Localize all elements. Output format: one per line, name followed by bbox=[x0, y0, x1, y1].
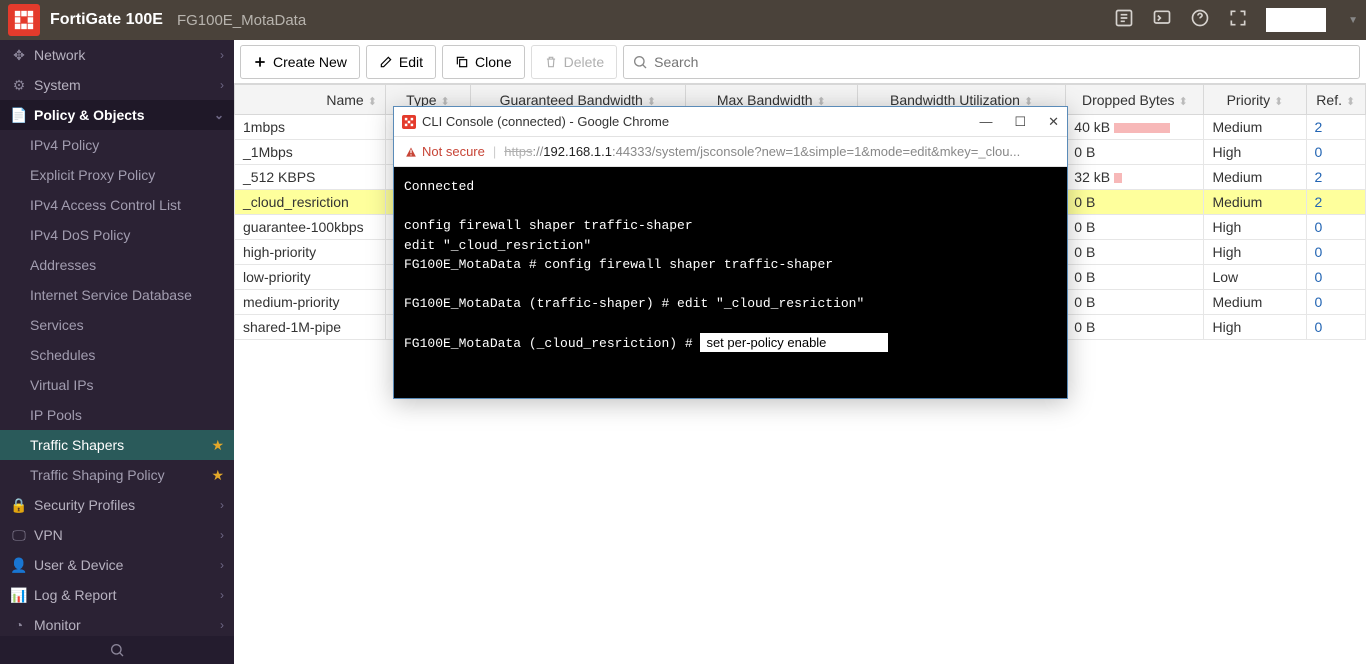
bar-indicator bbox=[1114, 123, 1170, 133]
sidebar-item-ipv4-policy[interactable]: IPv4 Policy bbox=[0, 130, 234, 160]
sidebar-item-addresses[interactable]: Addresses bbox=[0, 250, 234, 280]
sidebar-item-security-profiles[interactable]: 🔒Security Profiles› bbox=[0, 490, 234, 520]
col-priority[interactable]: Priority⬍ bbox=[1204, 85, 1306, 115]
ref-link[interactable]: 0 bbox=[1306, 290, 1365, 315]
sidebar-item-ipv4-access-control-list[interactable]: IPv4 Access Control List bbox=[0, 190, 234, 220]
chevron-icon: › bbox=[220, 78, 224, 92]
device-name: FG100E_MotaData bbox=[177, 12, 306, 29]
star-icon: ★ bbox=[211, 467, 224, 484]
sidebar-search[interactable] bbox=[0, 636, 234, 664]
star-icon: ★ bbox=[211, 437, 224, 454]
sidebar-item-virtual-ips[interactable]: Virtual IPs bbox=[0, 370, 234, 400]
chevron-icon: › bbox=[220, 528, 224, 542]
col-ref-[interactable]: Ref.⬍ bbox=[1306, 85, 1365, 115]
ref-link[interactable]: 0 bbox=[1306, 140, 1365, 165]
sort-icon: ⬍ bbox=[368, 96, 377, 108]
not-secure-warning[interactable]: Not secure bbox=[404, 144, 485, 159]
create-new-button[interactable]: Create New bbox=[240, 45, 360, 79]
sidebar-item-traffic-shapers[interactable]: Traffic Shapers★ bbox=[0, 430, 234, 460]
monitor-icon: 🖵 bbox=[10, 527, 28, 544]
sidebar: ✥Network›⚙System›📄Policy & Objects⌄IPv4 … bbox=[0, 40, 234, 664]
top-bar: FortiGate 100E FG100E_MotaData ▼ bbox=[0, 0, 1366, 40]
lock-icon: 🔒 bbox=[10, 497, 28, 514]
search-field[interactable] bbox=[623, 45, 1360, 79]
move-icon: ✥ bbox=[10, 47, 28, 64]
edit-button[interactable]: Edit bbox=[366, 45, 436, 79]
sidebar-item-schedules[interactable]: Schedules bbox=[0, 340, 234, 370]
chevron-icon: › bbox=[220, 558, 224, 572]
fortinet-icon bbox=[402, 115, 416, 129]
doc-icon: 📄 bbox=[10, 107, 28, 124]
dash-icon: ◔ bbox=[10, 617, 28, 633]
gear-icon: ⚙ bbox=[10, 77, 28, 94]
settings-icon[interactable] bbox=[1114, 8, 1134, 33]
sidebar-item-explicit-proxy-policy[interactable]: Explicit Proxy Policy bbox=[0, 160, 234, 190]
close-icon[interactable]: ✕ bbox=[1048, 114, 1059, 130]
ref-link[interactable]: 0 bbox=[1306, 315, 1365, 340]
cli-window-titlebar[interactable]: CLI Console (connected) - Google Chrome … bbox=[394, 107, 1067, 137]
sidebar-item-vpn[interactable]: 🖵VPN› bbox=[0, 520, 234, 550]
chevron-icon: › bbox=[220, 618, 224, 632]
sidebar-item-ipv4-dos-policy[interactable]: IPv4 DoS Policy bbox=[0, 220, 234, 250]
clone-button[interactable]: Clone bbox=[442, 45, 525, 79]
delete-button[interactable]: Delete bbox=[531, 45, 617, 79]
chevron-down-icon: ▼ bbox=[1348, 15, 1358, 26]
chevron-icon: › bbox=[220, 498, 224, 512]
brand-logo bbox=[8, 4, 40, 36]
user-menu[interactable] bbox=[1266, 8, 1326, 32]
ref-link[interactable]: 0 bbox=[1306, 240, 1365, 265]
chevron-icon: ⌄ bbox=[214, 108, 224, 122]
search-icon bbox=[632, 54, 648, 70]
bar-indicator bbox=[1114, 173, 1122, 183]
user-icon: 👤 bbox=[10, 557, 28, 574]
cli-terminal[interactable]: Connected config firewall shaper traffic… bbox=[394, 167, 1067, 398]
col-dropped-bytes[interactable]: Dropped Bytes⬍ bbox=[1066, 85, 1204, 115]
ref-link[interactable]: 2 bbox=[1306, 165, 1365, 190]
cli-input[interactable]: set per-policy enable bbox=[700, 333, 888, 352]
sort-icon: ⬍ bbox=[1346, 96, 1355, 108]
sidebar-item-ip-pools[interactable]: IP Pools bbox=[0, 400, 234, 430]
chevron-icon: › bbox=[220, 588, 224, 602]
chevron-icon: › bbox=[220, 48, 224, 62]
ref-link[interactable]: 2 bbox=[1306, 190, 1365, 215]
cli-console-window[interactable]: CLI Console (connected) - Google Chrome … bbox=[393, 106, 1068, 399]
ref-link[interactable]: 0 bbox=[1306, 265, 1365, 290]
search-input[interactable] bbox=[654, 54, 1351, 70]
sidebar-item-internet-service-database[interactable]: Internet Service Database bbox=[0, 280, 234, 310]
sidebar-item-services[interactable]: Services bbox=[0, 310, 234, 340]
sidebar-item-policy-objects[interactable]: 📄Policy & Objects⌄ bbox=[0, 100, 234, 130]
help-icon[interactable] bbox=[1190, 8, 1210, 33]
fullscreen-icon[interactable] bbox=[1228, 8, 1248, 33]
maximize-icon[interactable]: ☐ bbox=[1014, 114, 1026, 130]
cli-icon[interactable] bbox=[1152, 8, 1172, 33]
sidebar-item-user-device[interactable]: 👤User & Device› bbox=[0, 550, 234, 580]
sidebar-item-system[interactable]: ⚙System› bbox=[0, 70, 234, 100]
col-name[interactable]: Name⬍ bbox=[235, 85, 386, 115]
ref-link[interactable]: 0 bbox=[1306, 215, 1365, 240]
sidebar-item-log-report[interactable]: 📊Log & Report› bbox=[0, 580, 234, 610]
sidebar-item-network[interactable]: ✥Network› bbox=[0, 40, 234, 70]
ref-link[interactable]: 2 bbox=[1306, 115, 1365, 140]
sidebar-item-traffic-shaping-policy[interactable]: Traffic Shaping Policy★ bbox=[0, 460, 234, 490]
chart-icon: 📊 bbox=[10, 587, 28, 604]
toolbar: Create New Edit Clone Delete bbox=[234, 40, 1366, 84]
sort-icon: ⬍ bbox=[1274, 96, 1283, 108]
sort-icon: ⬍ bbox=[1179, 96, 1188, 108]
cli-window-title: CLI Console (connected) - Google Chrome bbox=[422, 114, 669, 129]
product-name: FortiGate 100E bbox=[50, 11, 163, 29]
cli-address-bar: Not secure | https://192.168.1.1:44333/s… bbox=[394, 137, 1067, 167]
minimize-icon[interactable]: — bbox=[979, 114, 992, 130]
